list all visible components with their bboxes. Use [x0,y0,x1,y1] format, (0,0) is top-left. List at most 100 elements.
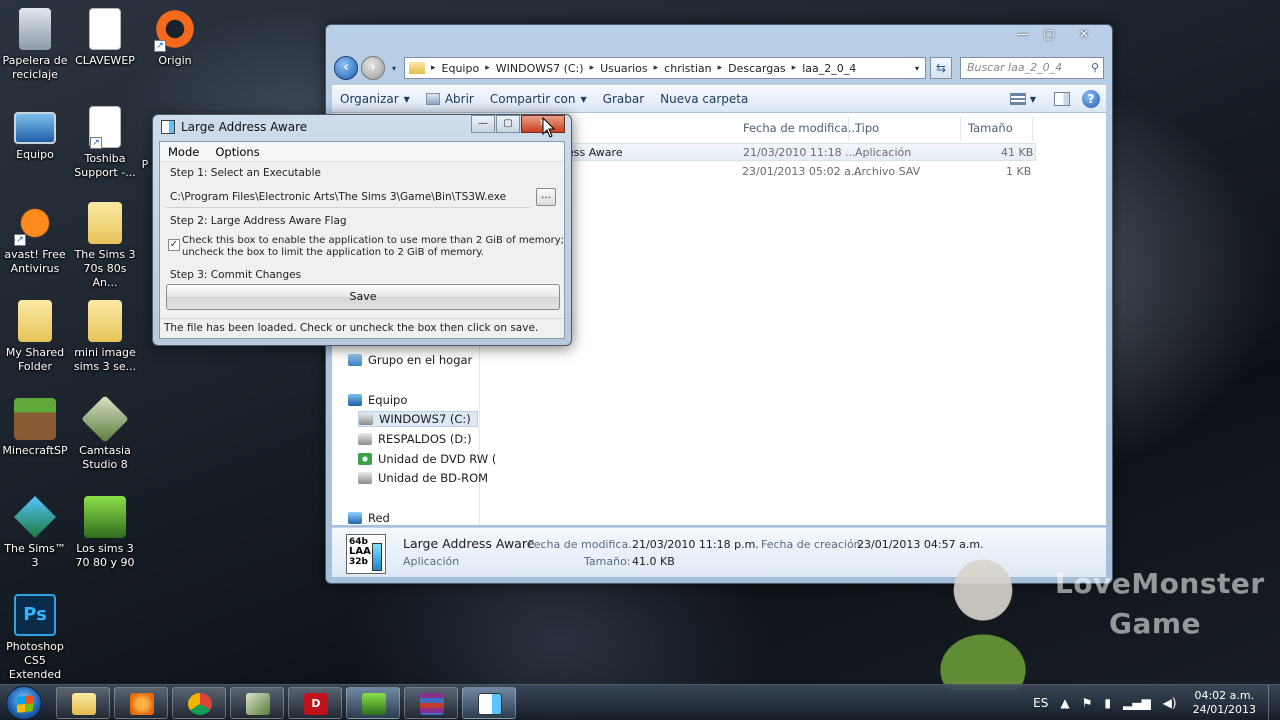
close-button[interactable]: ✕ [1062,26,1106,44]
address-dropdown[interactable]: ▾ [915,64,919,73]
menu-mode[interactable]: Mode [160,142,207,161]
desktop-icon-shared-folder[interactable]: My Shared Folder [0,300,70,374]
open-button[interactable]: Abrir [418,92,482,106]
desktop-icon-equipo[interactable]: Equipo [0,106,70,162]
minimize-button[interactable]: — [1010,26,1036,44]
new-folder-button[interactable]: Nueva carpeta [652,92,756,106]
step2-label: Step 2: Large Address Aware Flag [170,215,347,227]
breadcrumb-separator[interactable]: ▸ [485,63,490,73]
laa-maximize-button[interactable]: ▢ [496,115,520,133]
back-button[interactable]: ‹ [334,56,358,80]
laa-minimize-button[interactable]: — [471,115,495,133]
desktop-icon-toshiba[interactable]: ↗ Toshiba Support -... [70,106,140,180]
nav-item-network[interactable]: Red [348,511,390,525]
desktop-icon-camtasia[interactable]: Camtasia Studio 8 [70,395,140,472]
nav-item-homegroup[interactable]: Grupo en el hogar [348,353,472,367]
taskbar-camtasia[interactable] [230,687,284,719]
desktop-icon-avast[interactable]: ↗ avast! Free Antivirus [0,202,70,276]
breadcrumb-descargas[interactable]: Descargas [728,62,786,75]
laa-titlebar[interactable]: Large Address Aware [161,120,307,134]
desktop-icon-sims3[interactable]: The Sims™ 3 [0,496,70,570]
taskbar-daemon[interactable]: D [288,687,342,719]
step1-label: Step 1: Select an Executable [170,167,321,179]
refresh-button[interactable]: ⇆ [930,57,952,79]
checkbox-description: Check this box to enable the application… [182,235,564,259]
folder-icon [88,202,122,244]
power-icon[interactable]: ▮ [1104,696,1111,710]
maximize-button[interactable]: ▢ [1036,26,1062,44]
preview-pane-icon[interactable] [1054,92,1070,106]
breadcrumb-separator[interactable]: ▸ [718,63,723,73]
column-divider[interactable] [1032,117,1033,141]
desktop-icon-origin[interactable]: ↗ Origin [140,8,210,68]
network-signal-icon[interactable]: ▂▄▆ [1123,696,1151,710]
forward-button[interactable]: › [361,56,385,80]
search-input[interactable]: Buscar laa_2_0_4 ⚲ [960,57,1104,79]
open-label: Abrir [444,92,474,106]
desktop-icon-photoshop[interactable]: Ps Photoshop CS5 Extended [0,594,70,682]
taskbar-chrome[interactable] [172,687,226,719]
taskbar-explorer[interactable] [56,687,110,719]
origin-icon: ↗ [154,8,196,52]
desktop-icon-sims-70s[interactable]: The Sims 3 70s 80s An... [70,202,140,290]
nav-item-bdrom[interactable]: Unidad de BD-ROM [358,471,488,485]
nav-item-computer[interactable]: Equipo [348,393,407,407]
clock[interactable]: 04:02 a.m. 24/01/2013 [1193,689,1256,717]
flag-icon[interactable]: ⚑ [1082,696,1093,710]
app-icon [161,120,175,134]
detail-file-name: Large Address Aware [403,536,535,551]
nav-label: RESPALDOS (D:) [378,432,472,446]
column-header-type[interactable]: Tipo [855,121,879,135]
drive-icon [359,413,373,425]
breadcrumb-separator[interactable]: ▸ [590,63,595,73]
browse-button[interactable]: ... [536,188,556,206]
desktop-icon-los-sims[interactable]: Los sims 3 70 80 y 90 [70,496,140,570]
chevron-down-icon[interactable]: ▼ [1030,95,1036,104]
breadcrumb-separator: ▸ [431,63,436,73]
breadcrumb-separator[interactable]: ▸ [654,63,659,73]
breadcrumb-usuarios[interactable]: Usuarios [600,62,648,75]
menu-options[interactable]: Options [207,142,267,161]
recent-pages-dropdown[interactable]: ▾ [388,64,400,73]
help-icon[interactable]: ? [1082,90,1100,108]
breadcrumb-equipo[interactable]: Equipo [442,62,480,75]
breadcrumb-christian[interactable]: christian [664,62,711,75]
column-header-date[interactable]: Fecha de modifica... [743,121,859,135]
volume-icon[interactable]: ◀) [1163,696,1177,710]
breadcrumb-laa[interactable]: laa_2_0_4 [802,62,856,75]
show-desktop-button[interactable] [1268,685,1280,720]
game-icon [84,496,126,538]
nav-item-drive-d[interactable]: RESPALDOS (D:) [358,432,472,446]
start-button[interactable] [6,686,42,720]
daemon-icon: D [304,693,328,715]
folder-icon [409,62,425,74]
organize-button[interactable]: Organizar ▼ [332,92,418,106]
view-options-icon[interactable] [1009,93,1026,105]
nav-item-drive-c[interactable]: WINDOWS7 (C:) [358,411,478,427]
column-header-size[interactable]: Tamaño [968,121,1013,135]
laa-flag-checkbox[interactable]: ✓ [168,239,180,251]
address-bar[interactable]: ▸ Equipo ▸ WINDOWS7 (C:) ▸ Usuarios ▸ ch… [404,57,926,79]
desktop-icon-minecraft[interactable]: MinecraftSP [0,398,70,458]
language-indicator[interactable]: ES [1033,696,1048,710]
taskbar-sims-tool[interactable] [346,687,400,719]
desktop-icon-partial[interactable]: P [138,158,152,172]
column-divider[interactable] [848,117,849,141]
column-divider[interactable] [960,117,961,141]
taskbar-media-player[interactable] [114,687,168,719]
share-button[interactable]: Compartir con ▼ [482,92,595,106]
burn-button[interactable]: Grabar [595,92,653,106]
laa-menu-bar: Mode Options [160,142,564,162]
nav-item-dvd[interactable]: Unidad de DVD RW ( [358,452,496,466]
desktop-icon-mini-image[interactable]: mini image sims 3 se... [70,300,140,374]
save-button[interactable]: Save [166,284,560,310]
taskbar-winrar[interactable] [404,687,458,719]
share-label: Compartir con [489,92,576,106]
taskbar-laa[interactable] [462,687,516,719]
executable-path-field[interactable]: C:\Program Files\Electronic Arts\The Sim… [166,188,530,208]
desktop-icon-recycle-bin[interactable]: Papelera de reciclaje [0,8,70,82]
breadcrumb-separator[interactable]: ▸ [792,63,797,73]
chevron-up-icon[interactable]: ▲ [1060,696,1069,710]
breadcrumb-windows7[interactable]: WINDOWS7 (C:) [496,62,584,75]
desktop-icon-clavewep[interactable]: CLAVEWEP [70,8,140,68]
